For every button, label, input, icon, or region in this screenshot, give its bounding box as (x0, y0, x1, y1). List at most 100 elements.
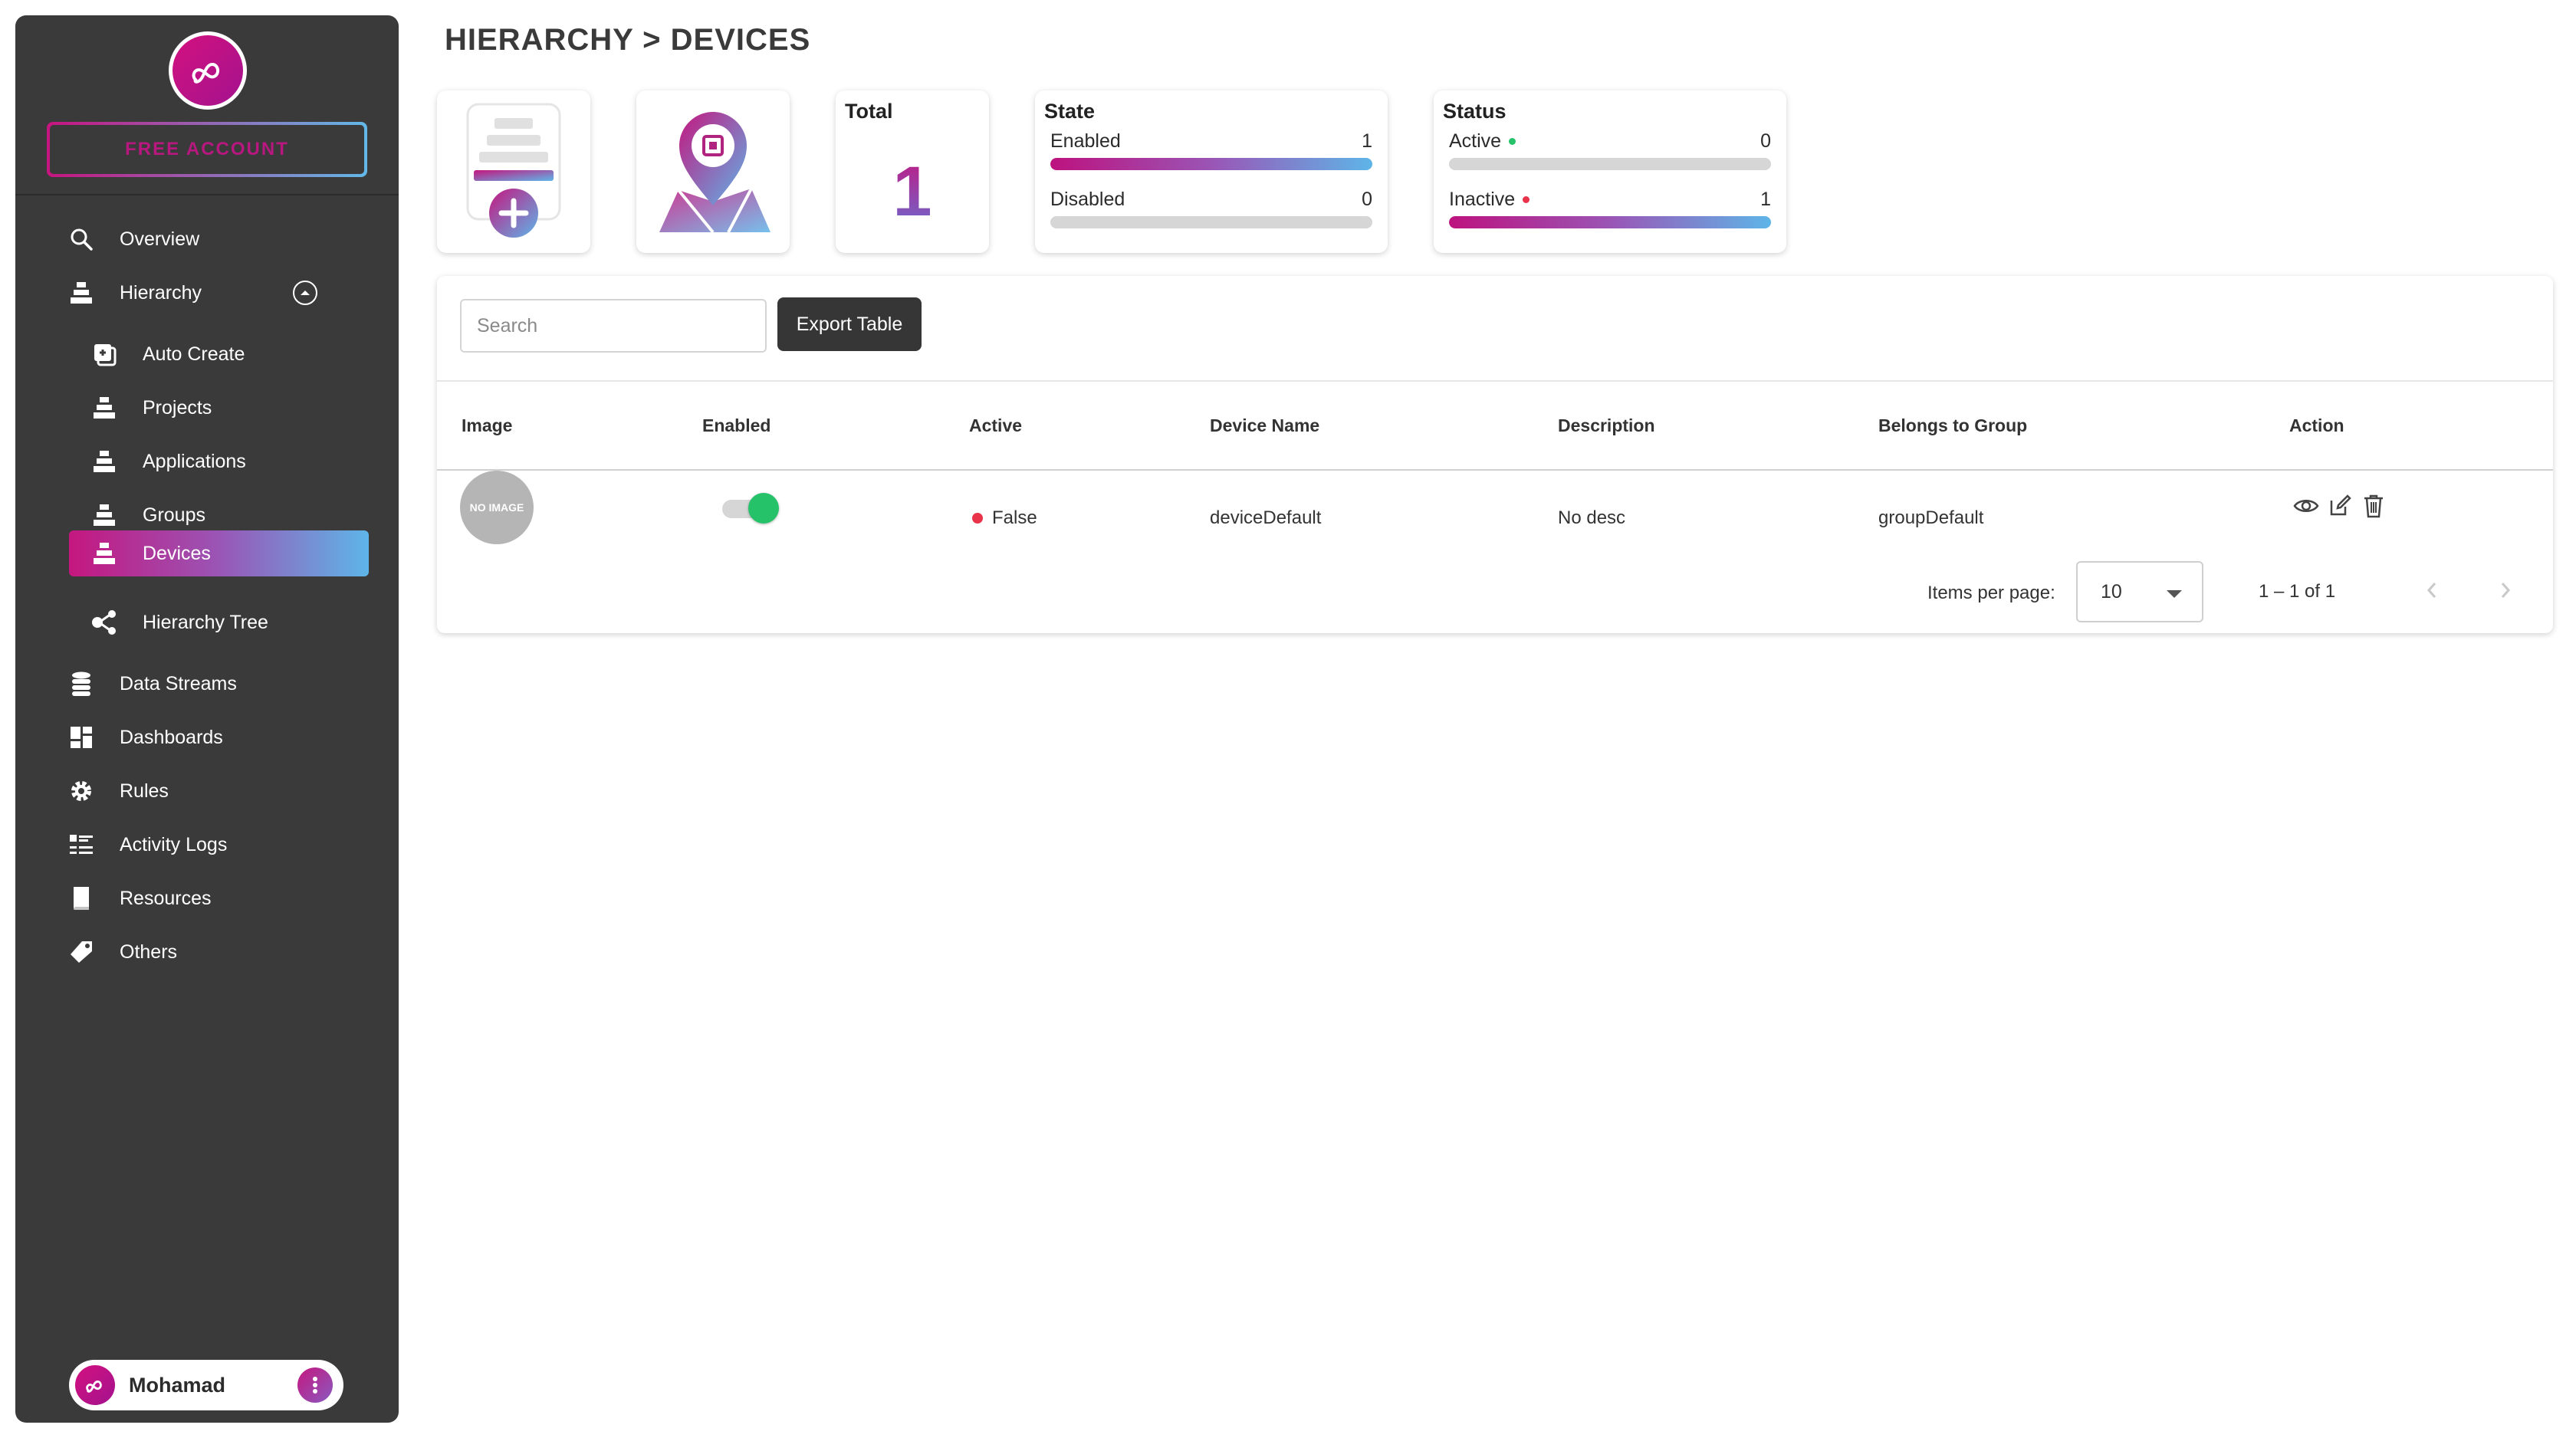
device-image-placeholder: NO IMAGE (460, 471, 534, 544)
group-cell: groupDefault (1878, 507, 1984, 528)
search-input[interactable] (460, 299, 767, 353)
free-account-label: FREE ACCOUNT (50, 125, 364, 174)
sidebar-item-label: Applications (143, 450, 246, 472)
pagination-range: 1 – 1 of 1 (2259, 581, 2336, 602)
enabled-toggle[interactable] (722, 493, 779, 524)
add-device-icon (466, 103, 561, 238)
items-per-page-label: Items per page: (1927, 583, 2055, 603)
tag-icon (67, 938, 95, 966)
state-row-enabled: Enabled 1 (1050, 130, 1372, 176)
sidebar-divider (15, 194, 399, 195)
auto-create-icon (90, 340, 118, 368)
status-title: Status (1443, 100, 1506, 123)
status-label: Inactive (1449, 189, 1516, 210)
status-label: Active (1449, 130, 1502, 152)
sidebar-item-label: Dashboards (120, 726, 223, 748)
sidebar-item-rules[interactable]: Rules (15, 768, 399, 814)
chevron-right-icon[interactable] (2490, 575, 2521, 606)
sidebar-item-label: Hierarchy Tree (143, 611, 268, 633)
total-value: 1 (836, 152, 989, 232)
status-dot (1509, 138, 1516, 145)
sidebar-item-hierarchy[interactable]: Hierarchy (15, 270, 399, 316)
book-icon (67, 885, 95, 912)
state-label: Enabled (1050, 130, 1121, 152)
infinity-logo-icon (86, 1381, 102, 1393)
more-vertical-icon[interactable] (297, 1367, 333, 1403)
sidebar-item-hierarchy-tree[interactable]: Hierarchy Tree (15, 599, 399, 645)
status-dot (1523, 196, 1530, 203)
sidebar-item-label: Groups (143, 504, 205, 526)
sidebar-item-devices[interactable]: Devices (69, 530, 369, 576)
devices-table-panel: Export Table Image Enabled Active Device… (437, 276, 2553, 633)
sidebar-item-label: Devices (143, 542, 211, 564)
sidebar-item-label: Activity Logs (120, 833, 228, 855)
hierarchy-icon (90, 501, 118, 529)
user-profile[interactable]: Mohamad (69, 1360, 343, 1410)
status-row-inactive: Inactive 1 (1449, 189, 1771, 235)
avatar (75, 1365, 115, 1405)
chevron-down-icon (2167, 590, 2182, 598)
sidebar-item-label: Rules (120, 780, 169, 802)
progress-bar (1449, 158, 1771, 170)
items-per-page-value: 10 (2101, 580, 2122, 602)
active-value: False (992, 507, 1037, 528)
gear-icon (67, 777, 95, 805)
export-table-button[interactable]: Export Table (777, 297, 922, 351)
state-count: 0 (1362, 189, 1372, 210)
total-title: Total (845, 100, 893, 123)
app-logo[interactable] (169, 31, 247, 110)
progress-bar (1050, 216, 1372, 228)
device-map-card[interactable] (636, 90, 790, 253)
sidebar-item-label: Projects (143, 396, 212, 419)
add-device-card[interactable] (437, 90, 590, 253)
state-card: State Enabled 1 Disabled 0 (1035, 90, 1388, 253)
chevron-up-icon[interactable] (293, 281, 317, 305)
database-icon (67, 670, 95, 698)
search-icon (67, 225, 95, 253)
divider (437, 380, 2553, 382)
edit-icon[interactable] (2326, 492, 2354, 520)
sidebar-item-dashboards[interactable]: Dashboards (15, 714, 399, 760)
sidebar-item-overview[interactable]: Overview (15, 216, 399, 262)
eye-icon[interactable] (2292, 492, 2320, 520)
sidebar-item-label: Resources (120, 887, 212, 909)
state-title: State (1044, 100, 1096, 123)
status-dot (972, 513, 983, 524)
sidebar-item-label: Others (120, 941, 178, 963)
page-title: HIERARCHY > DEVICES (445, 23, 811, 57)
column-header-device-name[interactable]: Device Name (1210, 415, 1319, 436)
device-map-icon (659, 112, 770, 234)
column-header-description[interactable]: Description (1558, 415, 1655, 436)
column-header-action: Action (2289, 415, 2344, 435)
hierarchy-icon (90, 448, 118, 475)
description-cell: No desc (1558, 507, 1626, 528)
list-icon (67, 831, 95, 859)
chevron-left-icon[interactable] (2417, 575, 2447, 606)
free-account-button[interactable]: FREE ACCOUNT (47, 122, 367, 177)
device-name-cell: deviceDefault (1210, 507, 1322, 528)
sidebar-item-data-streams[interactable]: Data Streams (15, 661, 399, 707)
sidebar-item-resources[interactable]: Resources (15, 875, 399, 921)
sidebar-item-activity-logs[interactable]: Activity Logs (15, 822, 399, 868)
sidebar-item-projects[interactable]: Projects (15, 385, 399, 431)
user-name: Mohamad (129, 1373, 226, 1397)
active-cell: False (972, 507, 1037, 529)
sidebar-item-label: Hierarchy (120, 281, 202, 304)
infinity-logo-icon (192, 62, 219, 84)
status-count: 1 (1760, 189, 1771, 210)
column-header-enabled[interactable]: Enabled (702, 415, 770, 436)
column-header-image[interactable]: Image (462, 415, 512, 436)
column-header-active[interactable]: Active (969, 415, 1022, 436)
sidebar-item-auto-create[interactable]: Auto Create (15, 331, 399, 377)
sidebar-item-label: Auto Create (143, 343, 245, 365)
items-per-page-select[interactable]: 10 (2076, 561, 2203, 622)
sidebar-item-others[interactable]: Others (15, 929, 399, 975)
sidebar-item-applications[interactable]: Applications (15, 438, 399, 484)
column-header-group[interactable]: Belongs to Group (1878, 415, 2027, 436)
progress-bar (1050, 158, 1372, 170)
state-row-disabled: Disabled 0 (1050, 189, 1372, 235)
trash-icon[interactable] (2360, 492, 2387, 520)
status-row-active: Active 0 (1449, 130, 1771, 176)
status-count: 0 (1760, 130, 1771, 152)
sidebar: FREE ACCOUNT Overview Hierarchy Auto Cre… (15, 15, 399, 1423)
